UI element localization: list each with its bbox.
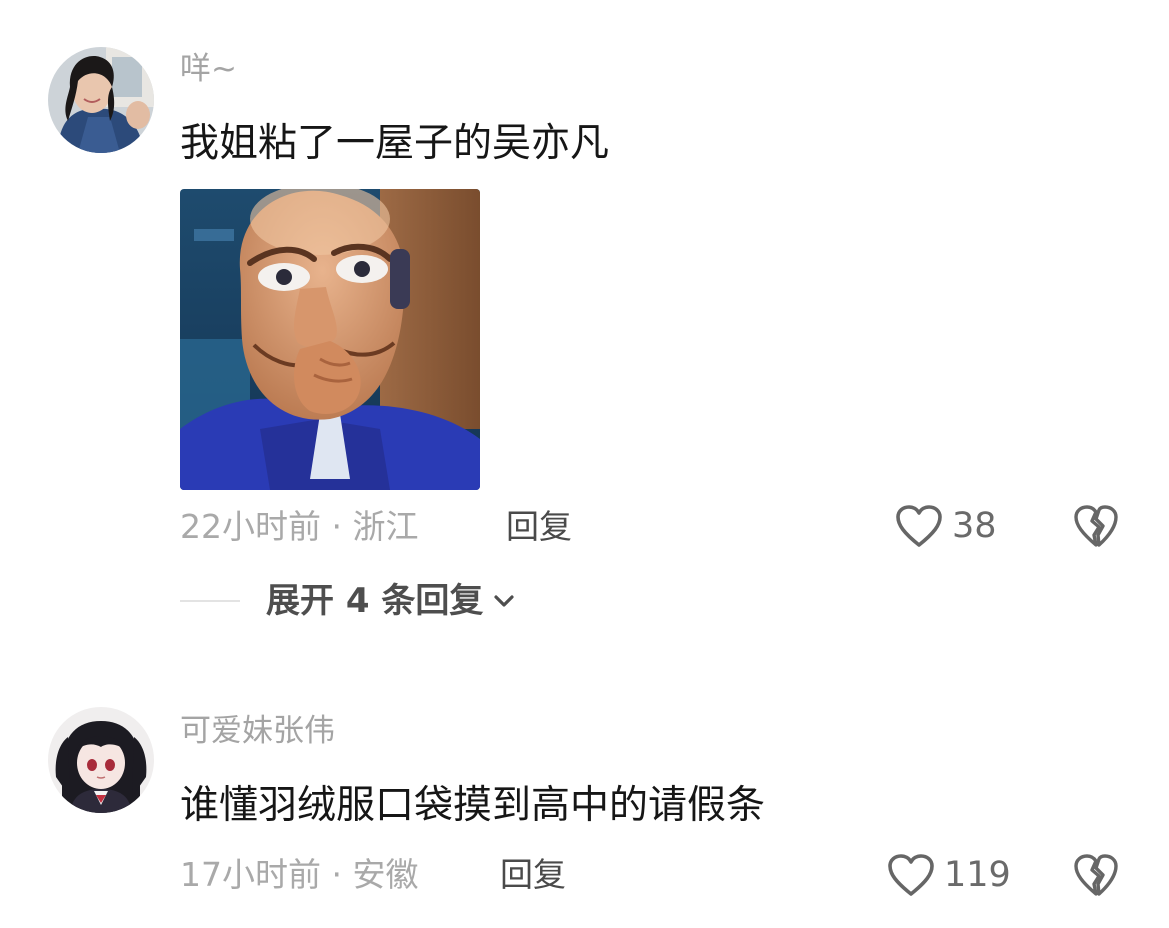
like-button[interactable]: 38: [894, 503, 997, 549]
expand-replies-button[interactable]: 展开 4 条回复: [180, 584, 517, 618]
comment-text: 我姐粘了一屋子的吴亦凡: [180, 121, 610, 166]
comment-text: 谁懂羽绒服口袋摸到高中的请假条: [180, 783, 766, 828]
like-count: 119: [944, 854, 1011, 895]
dislike-button[interactable]: [1072, 503, 1120, 549]
chevron-down-icon: [491, 591, 517, 611]
avatar[interactable]: [48, 47, 154, 153]
heart-outline-icon: [886, 852, 936, 898]
reply-button[interactable]: 回复: [506, 510, 572, 543]
reply-button[interactable]: 回复: [500, 858, 566, 891]
heart-outline-icon: [894, 503, 944, 549]
comment-item: 可爱妹张伟 谁懂羽绒服口袋摸到高中的请假条 17小时前 · 安徽 回复 119: [0, 660, 1169, 928]
comment-username[interactable]: 咩~: [180, 54, 237, 85]
avatar[interactable]: [48, 707, 154, 813]
comment-timestamp: 17小时前 · 安徽: [180, 855, 419, 894]
dislike-button[interactable]: [1072, 852, 1120, 898]
expand-replies-label: 展开 4 条回复: [266, 581, 484, 621]
like-button[interactable]: 119: [886, 852, 1011, 898]
divider-line: [180, 600, 240, 602]
comment-username[interactable]: 可爱妹张伟: [180, 716, 335, 747]
like-count: 38: [952, 505, 997, 546]
comment-image[interactable]: [180, 189, 480, 490]
broken-heart-icon: [1072, 503, 1120, 549]
broken-heart-icon: [1072, 852, 1120, 898]
comment-timestamp: 22小时前 · 浙江: [180, 507, 419, 546]
comment-item: 咩~ 我姐粘了一屋子的吴亦凡 22小时前 · 浙江 回复 38 展开 4 条回复: [0, 0, 1169, 660]
